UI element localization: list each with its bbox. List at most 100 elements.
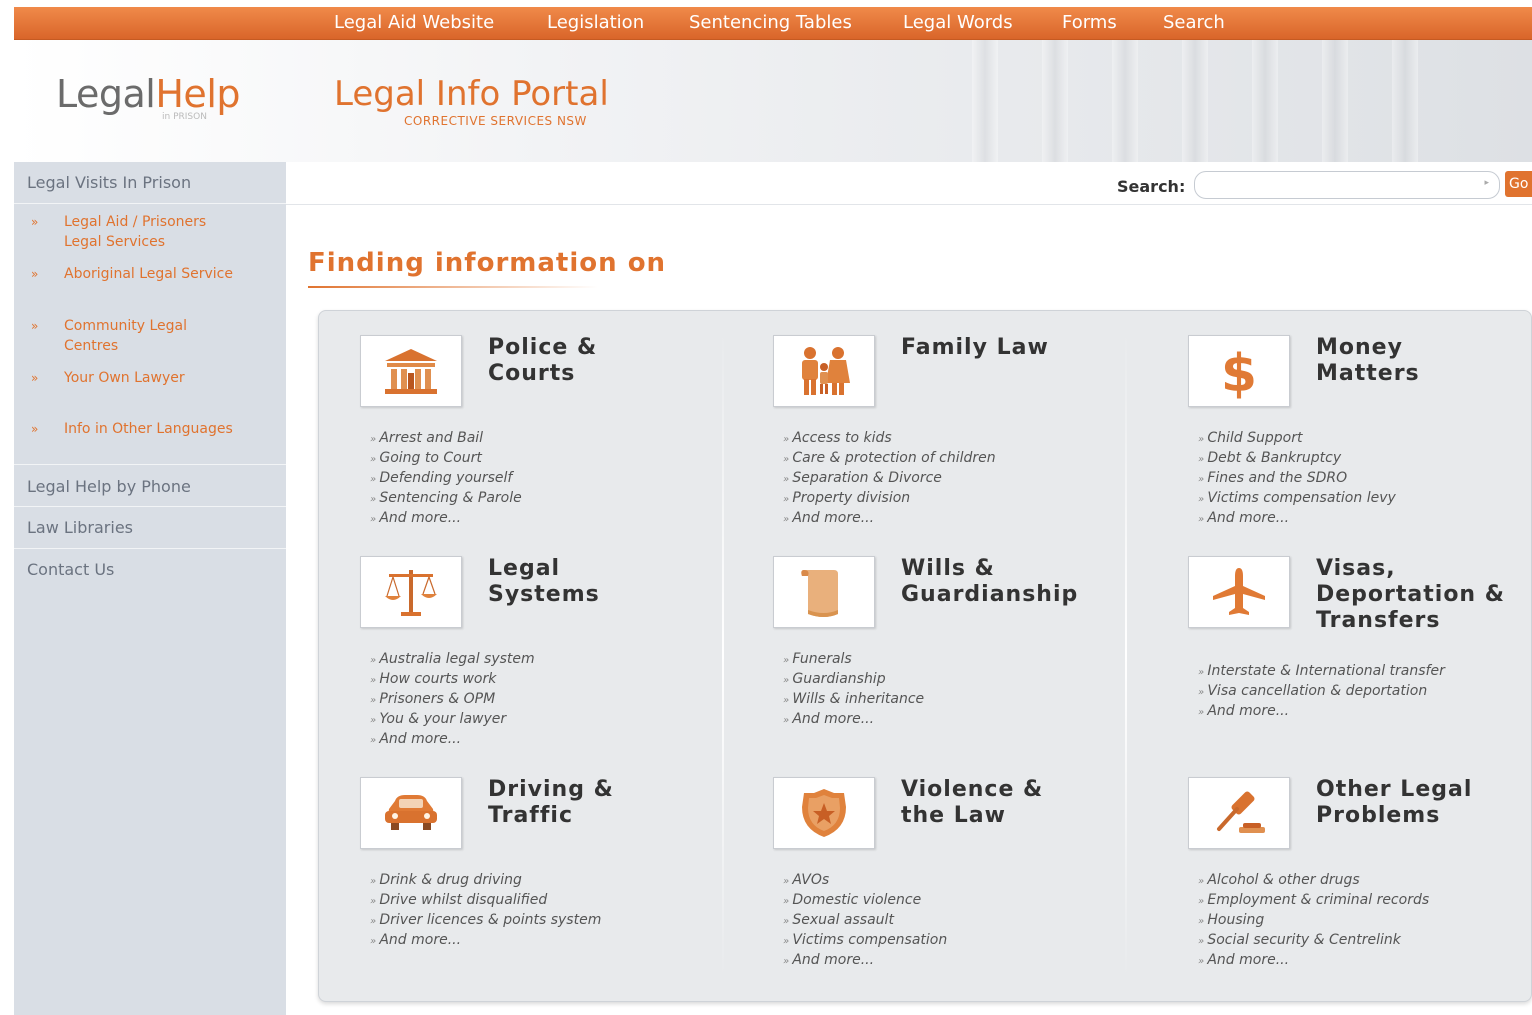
- page: Legal Aid Website Legislation Sentencing…: [14, 0, 1532, 1015]
- category-link[interactable]: And more...: [1198, 509, 1396, 529]
- category-driving-traffic: Driving & Traffic Drink & drug driving D…: [360, 777, 760, 987]
- category-link[interactable]: Housing: [1198, 911, 1429, 931]
- category-link[interactable]: AVOs: [783, 871, 947, 891]
- category-link[interactable]: Child Support: [1198, 429, 1396, 449]
- category-link[interactable]: Separation & Divorce: [783, 469, 996, 489]
- category-link[interactable]: Funerals: [783, 650, 924, 670]
- category-title[interactable]: Violence & the Law: [901, 777, 1061, 829]
- nav-sentencing-tables[interactable]: Sentencing Tables: [689, 11, 852, 35]
- nav-legal-words[interactable]: Legal Words: [903, 11, 1013, 35]
- category-link[interactable]: And more...: [783, 509, 996, 529]
- top-nav: Legal Aid Website Legislation Sentencing…: [14, 7, 1532, 40]
- category-link[interactable]: Wills & inheritance: [783, 690, 924, 710]
- search-input[interactable]: ▸: [1194, 171, 1500, 199]
- logo-text-grey: Legal: [56, 72, 156, 116]
- category-link[interactable]: And more...: [1198, 951, 1429, 971]
- category-link[interactable]: Guardianship: [783, 670, 924, 690]
- category-violence-law: Violence & the Law AVOs Domestic violenc…: [773, 777, 1173, 987]
- category-link[interactable]: And more...: [370, 509, 522, 529]
- pillars-background: [932, 40, 1492, 162]
- sidebar-subitem-label: Community Legal Centres: [64, 318, 187, 354]
- category-link[interactable]: Going to Court: [370, 449, 522, 469]
- category-title[interactable]: Money Matters: [1316, 335, 1456, 387]
- scales-icon[interactable]: [360, 556, 462, 628]
- gavel-icon[interactable]: [1188, 777, 1290, 849]
- category-title[interactable]: Other Legal Problems: [1316, 777, 1516, 829]
- category-link[interactable]: Property division: [783, 489, 996, 509]
- bullet-arrow-icon: »: [31, 215, 39, 229]
- courthouse-icon[interactable]: [360, 335, 462, 407]
- legalhelp-logo[interactable]: LegalHelp: [56, 72, 240, 116]
- category-link[interactable]: Victims compensation: [783, 931, 947, 951]
- family-icon[interactable]: [773, 335, 875, 407]
- category-title[interactable]: Wills & Guardianship: [901, 556, 1101, 608]
- go-button[interactable]: Go: [1505, 171, 1532, 197]
- category-links: Alcohol & other drugs Employment & crimi…: [1198, 871, 1429, 971]
- sidebar-item-phone[interactable]: Legal Help by Phone: [14, 464, 286, 507]
- category-title[interactable]: Visas, Deportation & Transfers: [1316, 556, 1516, 634]
- category-link[interactable]: Arrest and Bail: [370, 429, 522, 449]
- caret-right-icon: ▸: [1484, 178, 1489, 188]
- airplane-icon[interactable]: [1188, 556, 1290, 628]
- category-link[interactable]: And more...: [783, 710, 924, 730]
- dollar-icon[interactable]: $: [1188, 335, 1290, 407]
- title-underline: [308, 286, 598, 288]
- category-money-matters: $ Money Matters Child Support Debt & Ban…: [1188, 335, 1532, 545]
- category-link[interactable]: Driver licences & points system: [370, 911, 601, 931]
- category-title[interactable]: Legal Systems: [488, 556, 628, 608]
- category-link[interactable]: And more...: [1198, 702, 1445, 722]
- category-visas-deportation: Visas, Deportation & Transfers Interstat…: [1188, 556, 1532, 766]
- category-link[interactable]: Debt & Bankruptcy: [1198, 449, 1396, 469]
- search-label: Search:: [1117, 177, 1186, 196]
- category-title[interactable]: Driving & Traffic: [488, 777, 648, 829]
- category-title[interactable]: Family Law: [901, 335, 1101, 361]
- category-title[interactable]: Police & Courts: [488, 335, 628, 387]
- sidebar-item-law-libraries[interactable]: Law Libraries: [14, 507, 286, 549]
- category-link[interactable]: Sexual assault: [783, 911, 947, 931]
- category-links: AVOs Domestic violence Sexual assault Vi…: [783, 871, 947, 971]
- category-links: Australia legal system How courts work P…: [370, 650, 535, 750]
- nav-search[interactable]: Search: [1163, 11, 1225, 35]
- category-link[interactable]: Visa cancellation & deportation: [1198, 682, 1445, 702]
- category-link[interactable]: And more...: [370, 730, 535, 750]
- category-link[interactable]: You & your lawyer: [370, 710, 535, 730]
- police-badge-icon[interactable]: [773, 777, 875, 849]
- category-link[interactable]: Victims compensation levy: [1198, 489, 1395, 509]
- portal-title: Legal Info Portal: [334, 74, 609, 114]
- category-link[interactable]: Fines and the SDRO: [1198, 469, 1396, 489]
- category-link[interactable]: Drink & drug driving: [370, 871, 601, 891]
- category-link[interactable]: And more...: [783, 951, 947, 971]
- category-link[interactable]: Domestic violence: [783, 891, 947, 911]
- bullet-arrow-icon: »: [31, 319, 39, 333]
- category-family-law: Family Law Access to kids Care & protect…: [773, 335, 1173, 545]
- search-bar: Search: ▸ Go: [286, 162, 1532, 205]
- category-link[interactable]: Social security & Centrelink: [1198, 931, 1429, 951]
- category-link[interactable]: Alcohol & other drugs: [1198, 871, 1429, 891]
- category-link[interactable]: How courts work: [370, 670, 535, 690]
- car-icon[interactable]: [360, 777, 462, 849]
- scroll-icon[interactable]: [773, 556, 875, 628]
- sidebar-subitem-label: Legal Aid / Prisoners Legal Services: [64, 214, 207, 250]
- category-link[interactable]: Access to kids: [783, 429, 996, 449]
- sidebar-item-legal-visits[interactable]: Legal Visits In Prison: [14, 162, 286, 204]
- category-link[interactable]: Sentencing & Parole: [370, 489, 521, 509]
- sidebar-subitem-label: Aboriginal Legal Service: [64, 266, 233, 282]
- bullet-arrow-icon: »: [31, 422, 39, 436]
- category-links: Drink & drug driving Drive whilst disqua…: [370, 871, 601, 951]
- category-link[interactable]: Australia legal system: [370, 650, 534, 670]
- category-link[interactable]: Interstate & International transfer: [1198, 662, 1444, 682]
- nav-forms[interactable]: Forms: [1062, 11, 1117, 35]
- category-link[interactable]: Prisoners & OPM: [370, 690, 535, 710]
- category-link[interactable]: Care & protection of children: [783, 449, 995, 469]
- category-link[interactable]: Employment & criminal records: [1198, 891, 1429, 911]
- page-title: Finding information on: [308, 248, 667, 278]
- bullet-arrow-icon: »: [31, 371, 39, 385]
- category-links: Access to kids Care & protection of chil…: [783, 429, 996, 529]
- category-link[interactable]: Defending yourself: [370, 469, 522, 489]
- svg-text:$: $: [1221, 344, 1257, 399]
- category-link[interactable]: And more...: [370, 931, 601, 951]
- sidebar-item-contact[interactable]: Contact Us: [14, 549, 286, 591]
- nav-legislation[interactable]: Legislation: [547, 11, 644, 35]
- nav-legal-aid-website[interactable]: Legal Aid Website: [334, 11, 494, 35]
- category-link[interactable]: Drive whilst disqualified: [370, 891, 601, 911]
